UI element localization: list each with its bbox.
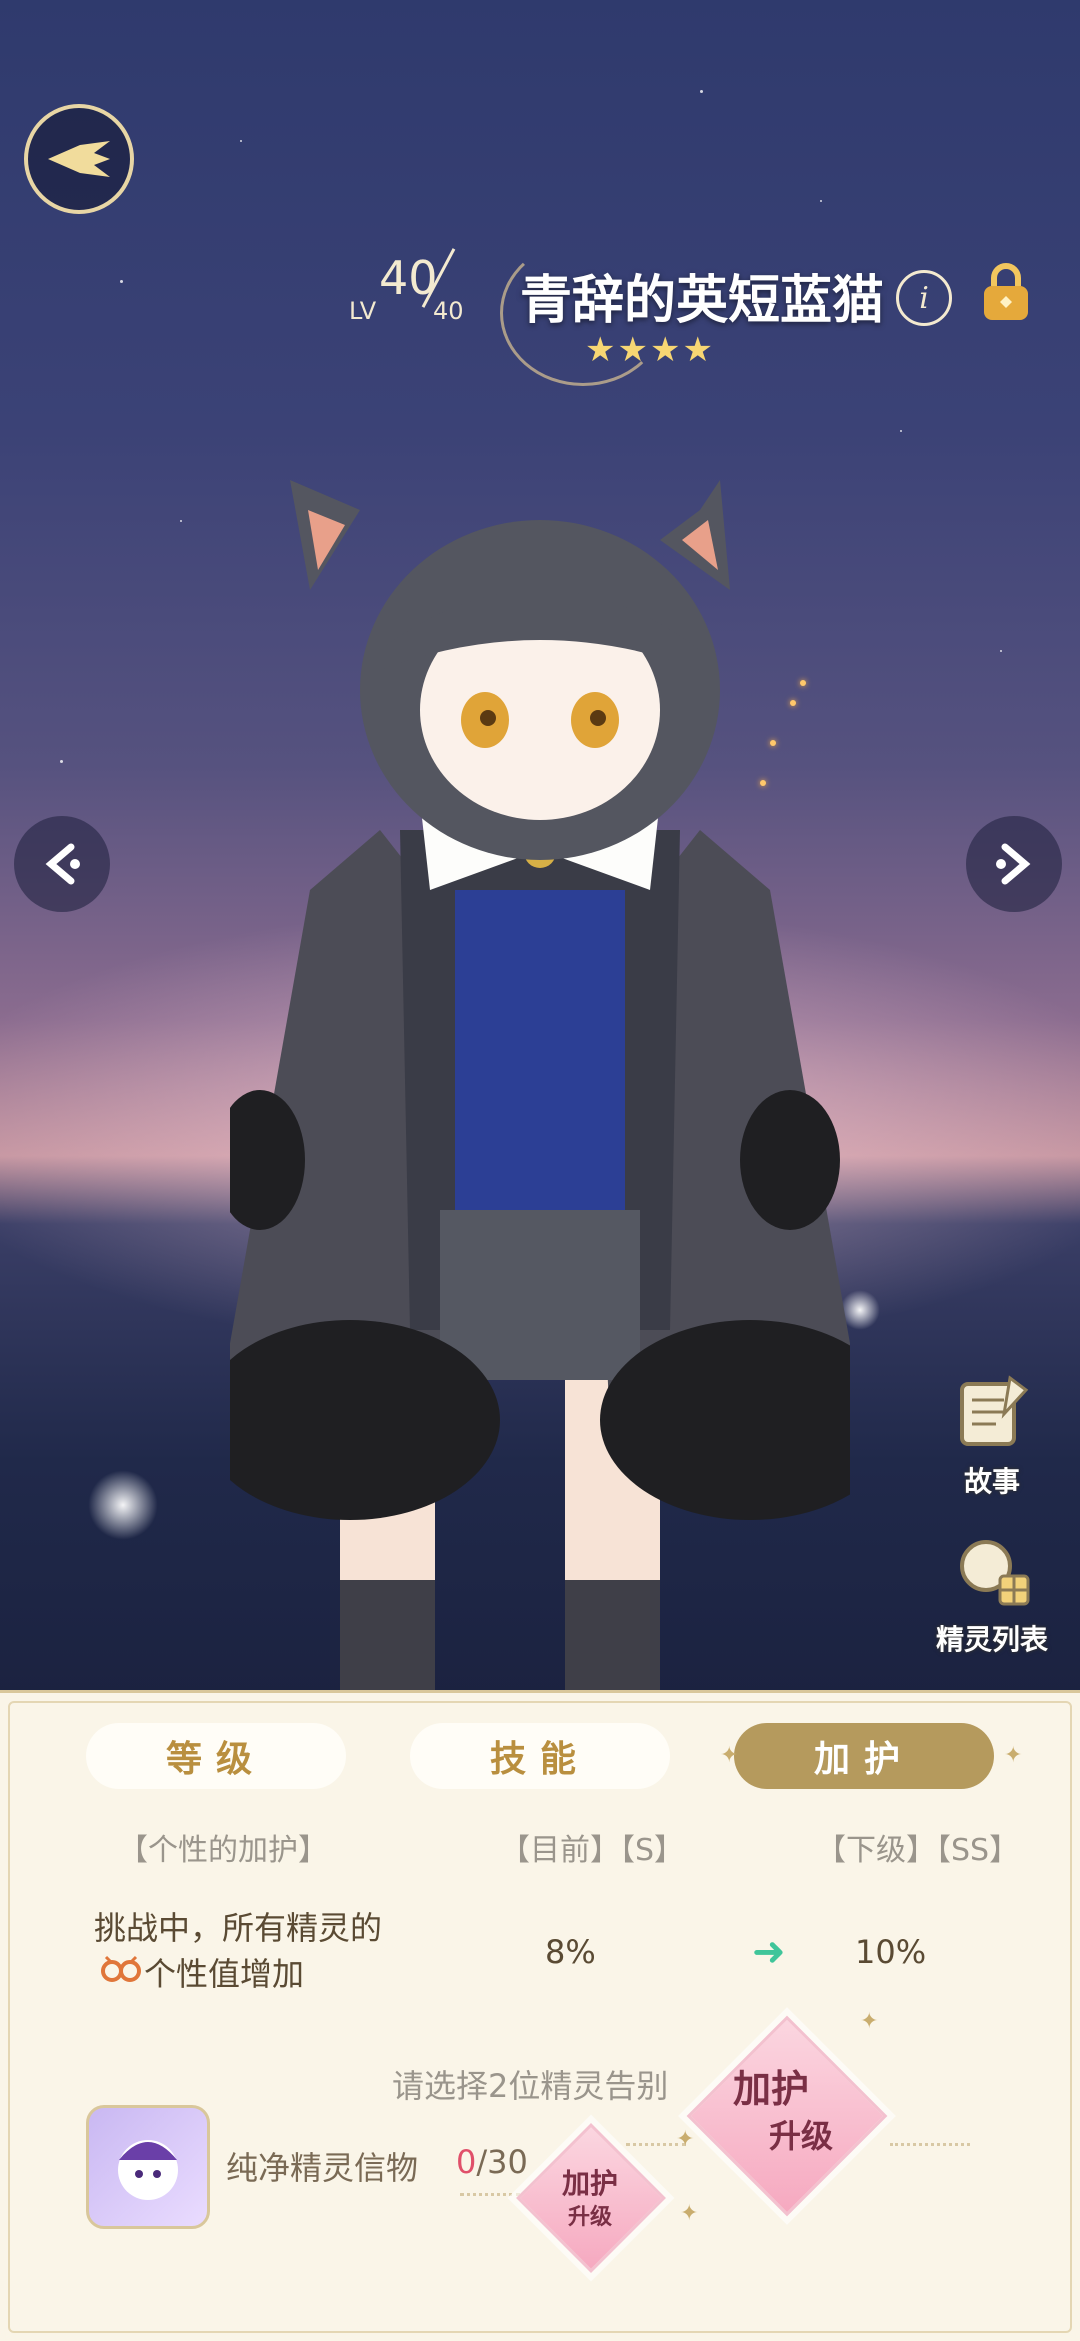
spirit-list-label: 精灵列表 (935, 1623, 1048, 1656)
tab-protect[interactable]: 加护 (734, 1723, 994, 1789)
big-upgrade-line2: 升级 (768, 2116, 833, 2155)
info-button[interactable]: i (896, 270, 952, 326)
farewell-prompt: 请选择2位精灵告别 (392, 2067, 669, 2105)
character-figure[interactable] (230, 470, 850, 1700)
scroll-icon (960, 1375, 1029, 1446)
sparkle-icon: ✦ (720, 1743, 739, 1768)
item-count-total: /30 (476, 2143, 528, 2181)
story-button[interactable]: 故事 (922, 1370, 1062, 1500)
star-particle (1000, 650, 1002, 652)
pet-name: 青辞的英短蓝猫 (520, 271, 885, 331)
tab-level[interactable]: 等级 (86, 1723, 346, 1789)
star-particle (700, 90, 703, 93)
chevron-left-icon (45, 843, 80, 885)
small-upgrade-label[interactable]: 加护 升级 (540, 2167, 640, 2230)
spirit-list-button[interactable]: 精灵列表 (922, 1528, 1062, 1658)
story-label: 故事 (963, 1465, 1020, 1498)
tab-skill[interactable]: 技能 (410, 1723, 670, 1789)
decor-dots (460, 2193, 520, 2196)
header-current-level: 【目前】【S】 (500, 1833, 685, 1868)
next-value: 10% (855, 1933, 927, 1971)
small-upgrade-line2: 升级 (567, 2204, 612, 2230)
star-rating: ★★★★ (585, 330, 715, 370)
arrow-right-icon: ➜ (752, 1929, 786, 1975)
star-particle (120, 280, 123, 283)
star-particle (820, 200, 822, 202)
big-upgrade-line1: 加护 (732, 2067, 809, 2111)
decor-dots (890, 2143, 970, 2146)
level-indicator: LV 40 40 (345, 245, 485, 335)
wing-back-icon (48, 141, 110, 177)
panel-frame (8, 1701, 1072, 2333)
protection-description-line1: 挑战中，所有精灵的 (94, 1909, 383, 1947)
level-max: 40 (433, 297, 464, 325)
pure-token-item-slot[interactable] (86, 2105, 210, 2229)
light-orb (88, 1470, 158, 1540)
spirit-list-icon (960, 1540, 1030, 1606)
small-upgrade-line1: 加护 (561, 2167, 618, 2200)
star-particle (60, 760, 63, 763)
personality-icon (101, 1955, 141, 1982)
star-particle (240, 140, 242, 142)
lock-button[interactable] (976, 262, 1036, 326)
back-button[interactable] (24, 104, 134, 214)
star-particle (900, 430, 902, 432)
item-name: 纯净精灵信物 (226, 2149, 419, 2187)
detail-panel: 等级 技能 加护 ✦ ✦ 【个性的加护】 【目前】【S】 【下级】【SS】 挑战… (0, 1690, 1080, 2341)
header-protection-name: 【个性的加护】 (118, 1833, 328, 1868)
sparkle-icon: ✦ (1004, 1743, 1023, 1768)
star-particle (180, 520, 182, 522)
current-value: 8% (545, 1933, 596, 1971)
prev-pet-button[interactable] (14, 816, 110, 912)
big-upgrade-label[interactable]: 加护 升级 (718, 2068, 854, 2155)
header-next-level: 【下级】【SS】 (816, 1833, 1020, 1868)
sparkle-icon: ✦ (676, 2127, 695, 2152)
sparkle-icon: ✦ (680, 2201, 699, 2226)
chevron-right-icon (996, 843, 1031, 885)
lock-icon (984, 263, 1028, 320)
item-count: 0/30 (456, 2143, 528, 2181)
item-count-current: 0 (456, 2143, 477, 2181)
pure-token-icon (118, 2140, 178, 2200)
next-pet-button[interactable] (966, 816, 1062, 912)
level-label: LV (349, 297, 377, 325)
sparkle-icon: ✦ (860, 2009, 879, 2034)
protection-description-line2: 个性值增加 (144, 1955, 305, 1993)
